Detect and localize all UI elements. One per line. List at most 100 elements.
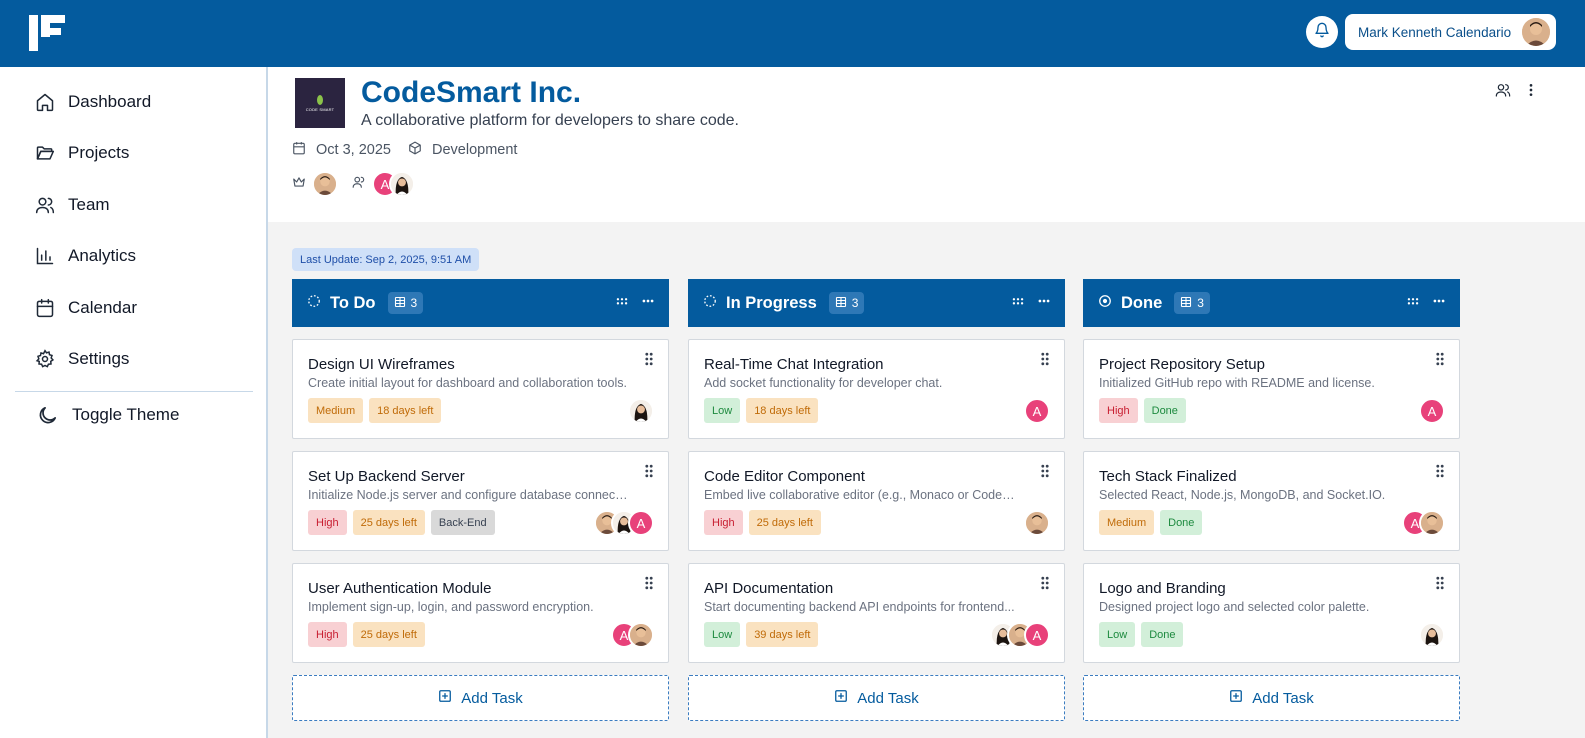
more-horizontal-icon[interactable] [1432,294,1446,313]
moon-icon [35,403,59,427]
column-count: 3 [1197,296,1204,310]
add-task-label: Add Task [1252,689,1314,707]
assignee-avatars[interactable]: A [1024,398,1050,424]
task-card[interactable]: Set Up Backend Server Initialize Node.js … [292,451,669,551]
dashed-circle-icon [703,294,717,313]
more-horizontal-icon[interactable] [641,294,655,313]
task-tag: High [1099,398,1138,423]
drag-handle-icon[interactable] [1040,576,1050,595]
drag-handle-icon[interactable] [1040,352,1050,371]
assignee-avatars[interactable] [1024,510,1050,536]
add-task-button[interactable]: Add Task [1083,675,1460,721]
project-logo-text: CODE SMART [305,106,335,112]
sidebar-divider [15,391,253,392]
user-name: Mark Kenneth Calendario [1358,24,1512,40]
column-0: To Do 3 Design UI Wireframes Create initial… [292,279,669,721]
project-actions [1495,82,1539,103]
assignee-avatar [1024,510,1050,536]
task-tag: Back-End [430,510,495,535]
table-icon [835,296,847,311]
task-description: Designed project logo and selected color… [1099,600,1370,614]
task-tag: 25 days left [748,510,821,535]
sidebar: Dashboard Projects Team Analytics Calend… [0,67,268,738]
task-tag: 25 days left [352,622,425,647]
column-count: 3 [410,296,418,310]
task-tag: High [704,510,743,535]
sidebar-item-analytics[interactable]: Analytics [35,242,136,270]
app-logo-icon[interactable] [29,15,67,51]
sidebar-item-projects[interactable]: Projects [35,139,129,167]
crown-icon [292,175,306,194]
task-card[interactable]: Logo and Branding Designed project logo a… [1083,563,1460,663]
task-title: Code Editor Component [704,468,865,485]
column-count-badge: 3 [387,292,424,314]
members-avatars[interactable]: A [372,171,415,197]
task-card[interactable]: User Authentication Module Implement sign… [292,563,669,663]
project-description: A collaborative platform for developers … [361,112,739,129]
task-card[interactable]: API Documentation Start documenting backe… [688,563,1065,663]
task-card[interactable]: Project Repository Setup Initialized GitH… [1083,339,1460,439]
dashed-circle-icon [307,294,321,313]
sidebar-item-label: Team [68,195,110,214]
user-menu-button[interactable]: Mark Kenneth Calendario [1345,14,1556,50]
calendar-icon [35,298,55,318]
top-bar: Mark Kenneth Calendario [0,0,1585,67]
column-count: 3 [851,296,859,310]
task-description: Initialized GitHub repo with README and … [1099,376,1375,390]
task-tag: Medium [308,398,364,423]
task-card[interactable]: Tech Stack Finalized Selected React, Node… [1083,451,1460,551]
assignee-avatars[interactable]: A [1402,510,1445,536]
bell-icon [1314,22,1330,43]
assignee-avatars[interactable]: A [990,622,1050,648]
sidebar-item-team[interactable]: Team [35,191,110,219]
drag-handle-icon[interactable] [1435,576,1445,595]
task-description: Create initial layout for dashboard and … [308,376,627,390]
task-card[interactable]: Code Editor Component Embed live collabor… [688,451,1065,551]
more-horizontal-icon[interactable] [1037,294,1051,313]
sidebar-item-label: Projects [68,143,130,162]
sidebar-item-dashboard[interactable]: Dashboard [35,88,151,116]
task-card[interactable]: Design UI Wireframes Create initial layou… [292,339,669,439]
add-task-button[interactable]: Add Task [292,675,669,721]
more-vertical-icon[interactable] [1523,82,1539,103]
add-task-button[interactable]: Add Task [688,675,1065,721]
assignee-avatars[interactable] [1419,622,1445,648]
toggle-theme-button[interactable]: Toggle Theme [35,401,179,429]
column-count-badge: 3 [1174,292,1210,314]
assignee-avatars[interactable]: A [1419,398,1445,424]
assignee-avatars[interactable] [628,398,654,424]
task-tag: Done [1143,398,1186,423]
drag-handle-icon[interactable] [644,352,654,371]
drag-handle-icon[interactable] [1040,464,1050,483]
drag-handle-icon[interactable] [644,576,654,595]
task-title: Tech Stack Finalized [1099,468,1237,485]
sidebar-item-settings[interactable]: Settings [35,345,129,373]
notifications-button[interactable] [1306,16,1338,48]
drag-handle-icon[interactable] [1435,464,1445,483]
assignee-avatars[interactable]: A [594,510,654,536]
task-card[interactable]: Real-Time Chat Integration Add socket fun… [688,339,1065,439]
task-title: User Authentication Module [308,580,492,597]
plus-square-icon [1229,689,1243,707]
grid-dots-icon[interactable] [1406,294,1420,313]
owner-avatar[interactable] [312,171,338,197]
assignee-avatars[interactable]: A [611,622,654,648]
users-icon [352,175,366,194]
task-tag: 39 days left [746,622,819,647]
task-title: API Documentation [704,580,834,597]
sidebar-item-label: Dashboard [68,92,152,111]
grid-dots-icon[interactable] [615,294,629,313]
users-icon[interactable] [1495,82,1511,103]
drag-handle-icon[interactable] [1435,352,1445,371]
column-1: In Progress 3 Real-Time Chat Integration Ad… [688,279,1065,721]
assignee-avatar [1419,510,1445,536]
task-tag: 18 days left [746,398,819,423]
drag-handle-icon[interactable] [644,464,654,483]
check-circle-icon [1098,294,1112,313]
grid-dots-icon[interactable] [1011,294,1025,313]
column-header: To Do 3 [292,279,669,327]
member-avatar [389,171,415,197]
sidebar-item-calendar[interactable]: Calendar [35,294,137,322]
column-title: To Do [330,293,376,312]
home-icon [35,92,55,112]
